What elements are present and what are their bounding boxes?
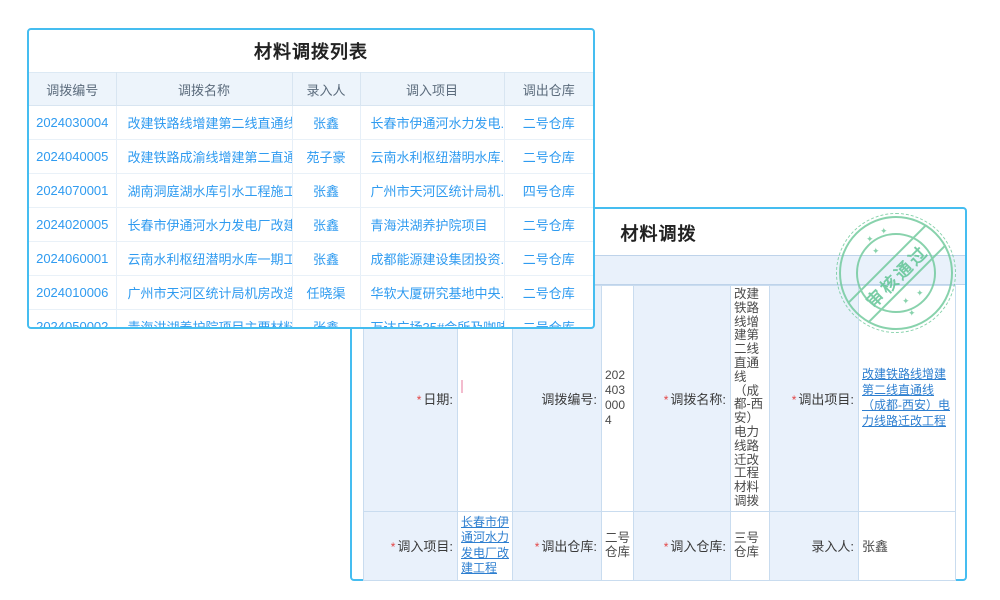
out-warehouse-value: 二号仓库 [605, 532, 630, 560]
table-row[interactable]: 2024050002 青海洪湖养护院项目主要材料... 张鑫 万达广场35#会所… [29, 310, 593, 330]
cell-in-project: 成都能源建设集团投资... [360, 242, 504, 276]
cell-transfer-no[interactable]: 2024030004 [29, 106, 116, 140]
transfer-no-label: 调拨编号: [541, 392, 597, 407]
cell-in-project: 广州市天河区统计局机... [360, 174, 504, 208]
required-asterisk-icon: * [664, 393, 669, 407]
cell-in-project: 华软大厦研究基地中央... [360, 276, 504, 310]
cell-recorder: 任晓渠 [292, 276, 360, 310]
out-project-label: 调出项目: [798, 392, 854, 407]
in-warehouse-value-cell: 三号仓库 [731, 511, 770, 580]
table-row[interactable]: 2024030004 改建铁路线增建第二线直通线... 张鑫 长春市伊通河水力发… [29, 106, 593, 140]
cell-out-warehouse: 二号仓库 [504, 276, 593, 310]
in-warehouse-label: 调入仓库: [670, 539, 726, 554]
recorder-value-cell: 张鑫 [859, 511, 956, 580]
list-header-row: 调拨编号 调拨名称 录入人 调入项目 调出仓库 [29, 73, 593, 106]
required-asterisk-icon: * [664, 540, 669, 554]
in-warehouse-value: 三号仓库 [734, 532, 766, 560]
transfer-name-label-cell: *调拨名称: [634, 286, 731, 512]
cell-transfer-name: 长春市伊通河水力发电厂改建... [116, 208, 292, 242]
cell-recorder: 苑子豪 [292, 140, 360, 174]
required-asterisk-icon: * [535, 540, 540, 554]
cell-in-project: 万达广场35#会所及咖啡... [360, 310, 504, 330]
col-header-transfer-name: 调拨名称 [116, 73, 292, 106]
transfer-name-label: 调拨名称: [670, 392, 726, 407]
cell-recorder: 张鑫 [292, 174, 360, 208]
cell-in-project: 青海洪湖养护院项目 [360, 208, 504, 242]
date-input-caret [461, 380, 463, 393]
cell-out-warehouse: 二号仓库 [504, 140, 593, 174]
recorder-label-cell: 录入人: [770, 511, 859, 580]
col-header-transfer-no: 调拨编号 [29, 73, 116, 106]
recorder-label: 录入人: [811, 539, 854, 554]
transfer-name-value: 改建铁路线增建第二线直通线（成都-西安）电力线路迁改工程材料调拨 [734, 288, 766, 509]
cell-out-warehouse: 二号仓库 [504, 106, 593, 140]
out-warehouse-label: 调出仓库: [541, 539, 597, 554]
cell-out-warehouse: 四号仓库 [504, 174, 593, 208]
in-project-link[interactable]: 长春市伊通河水力发电厂改建工程 [461, 515, 509, 577]
cell-transfer-name: 云南水利枢纽潜明水库一期工... [116, 242, 292, 276]
cell-transfer-no[interactable]: 2024020005 [29, 208, 116, 242]
col-header-out-warehouse: 调出仓库 [504, 73, 593, 106]
date-label: 日期: [423, 392, 453, 407]
table-row[interactable]: 2024040005 改建铁路成渝线增建第二直通... 苑子豪 云南水利枢纽潜明… [29, 140, 593, 174]
cell-transfer-no[interactable]: 2024010006 [29, 276, 116, 310]
cell-transfer-name: 广州市天河区统计局机房改造... [116, 276, 292, 310]
transfer-list-panel: 材料调拨列表 调拨编号 调拨名称 录入人 调入项目 调出仓库 202403000… [27, 28, 595, 329]
in-project-label-cell: *调入项目: [364, 511, 458, 580]
table-row[interactable]: 2024060001 云南水利枢纽潜明水库一期工... 张鑫 成都能源建设集团投… [29, 242, 593, 276]
in-project-value-cell: 长春市伊通河水力发电厂改建工程 [458, 511, 513, 580]
table-row[interactable]: 2024070001 湖南洞庭湖水库引水工程施工... 张鑫 广州市天河区统计局… [29, 174, 593, 208]
cell-transfer-name: 湖南洞庭湖水库引水工程施工... [116, 174, 292, 208]
list-page-title: 材料调拨列表 [29, 30, 593, 72]
cell-out-warehouse: 二号仓库 [504, 310, 593, 330]
cell-recorder: 张鑫 [292, 310, 360, 330]
transfer-no-value: 2024030004 [605, 368, 630, 428]
cell-in-project: 长春市伊通河水力发电... [360, 106, 504, 140]
cell-recorder: 张鑫 [292, 106, 360, 140]
cell-transfer-no[interactable]: 2024070001 [29, 174, 116, 208]
col-header-in-project: 调入项目 [360, 73, 504, 106]
cell-transfer-name: 改建铁路线增建第二线直通线... [116, 106, 292, 140]
cell-transfer-name: 改建铁路成渝线增建第二直通... [116, 140, 292, 174]
cell-transfer-no[interactable]: 2024060001 [29, 242, 116, 276]
in-warehouse-label-cell: *调入仓库: [634, 511, 731, 580]
in-project-label: 调入项目: [397, 539, 453, 554]
cell-transfer-no[interactable]: 2024050002 [29, 310, 116, 330]
required-asterisk-icon: * [792, 393, 797, 407]
cell-recorder: 张鑫 [292, 242, 360, 276]
out-project-value-cell: 改建铁路线增建第二线直通线（成都-西安）电力线路迁改工程 [859, 286, 956, 512]
cell-in-project: 云南水利枢纽潜明水库... [360, 140, 504, 174]
out-warehouse-value-cell: 二号仓库 [602, 511, 634, 580]
out-project-label-cell: *调出项目: [770, 286, 859, 512]
col-header-recorder: 录入人 [292, 73, 360, 106]
out-warehouse-label-cell: *调出仓库: [513, 511, 602, 580]
table-row[interactable]: 2024020005 长春市伊通河水力发电厂改建... 张鑫 青海洪湖养护院项目… [29, 208, 593, 242]
table-row[interactable]: 2024010006 广州市天河区统计局机房改造... 任晓渠 华软大厦研究基地… [29, 276, 593, 310]
required-asterisk-icon: * [391, 540, 396, 554]
out-project-link[interactable]: 改建铁路线增建第二线直通线（成都-西安）电力线路迁改工程 [862, 367, 952, 429]
transfer-name-value-cell: 改建铁路线增建第二线直通线（成都-西安）电力线路迁改工程材料调拨 [731, 286, 770, 512]
transfer-detail-form: *日期: 调拨编号: 2024030004 *调拨名称: 改建铁路线增建第二线直… [363, 285, 956, 581]
cell-out-warehouse: 二号仓库 [504, 242, 593, 276]
cell-recorder: 张鑫 [292, 208, 360, 242]
cell-transfer-name: 青海洪湖养护院项目主要材料... [116, 310, 292, 330]
transfer-no-value-cell: 2024030004 [602, 286, 634, 512]
recorder-value: 张鑫 [862, 539, 888, 554]
cell-transfer-no[interactable]: 2024040005 [29, 140, 116, 174]
transfer-list-table: 调拨编号 调拨名称 录入人 调入项目 调出仓库 2024030004 改建铁路线… [29, 72, 593, 329]
required-asterisk-icon: * [417, 393, 422, 407]
cell-out-warehouse: 二号仓库 [504, 208, 593, 242]
